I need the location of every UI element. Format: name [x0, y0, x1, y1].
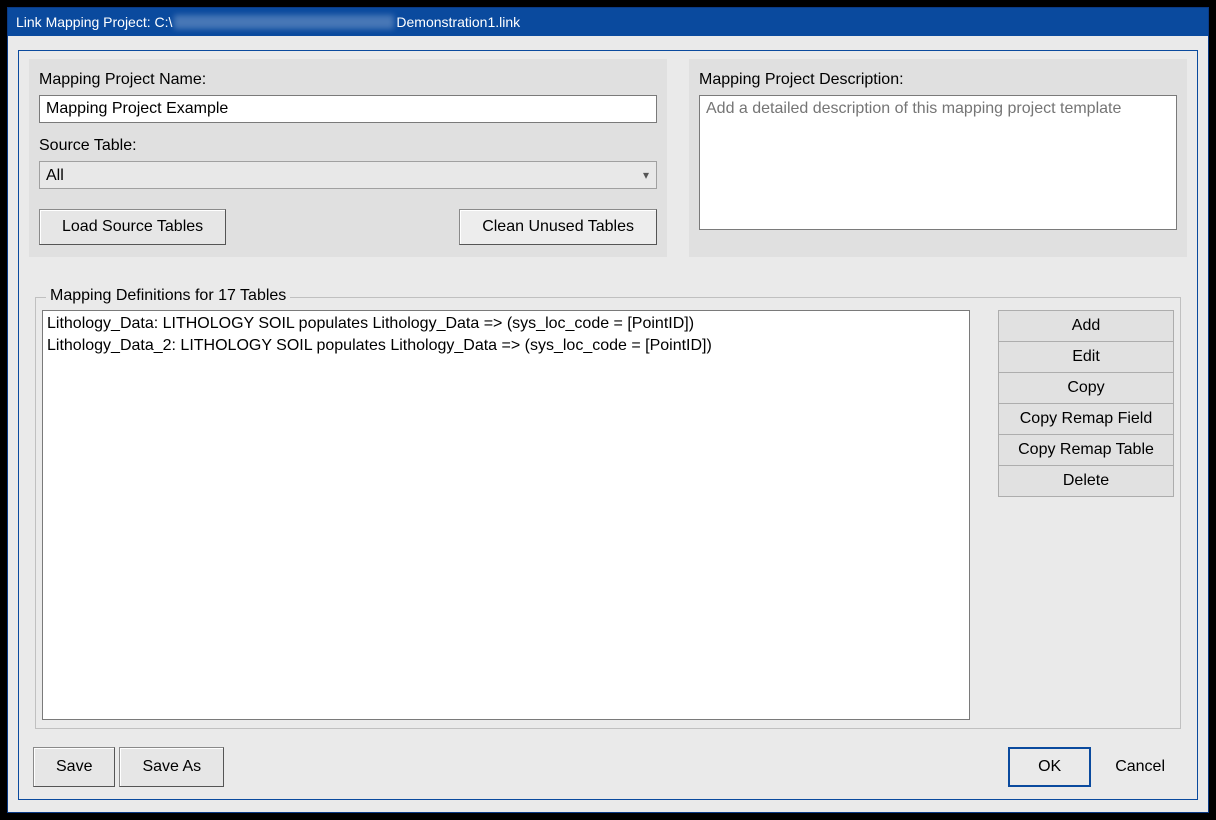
copy-remap-table-button[interactable]: Copy Remap Table: [998, 435, 1174, 466]
edit-button[interactable]: Edit: [998, 342, 1174, 373]
title-suffix: Demonstration1.link: [396, 8, 520, 36]
ok-button[interactable]: OK: [1008, 747, 1091, 787]
load-source-tables-button[interactable]: Load Source Tables: [39, 209, 226, 245]
cancel-button[interactable]: Cancel: [1097, 747, 1183, 787]
add-button[interactable]: Add: [998, 310, 1174, 342]
label-project-description: Mapping Project Description:: [699, 71, 1177, 89]
panel-project-description: Mapping Project Description:: [689, 59, 1187, 257]
delete-button[interactable]: Delete: [998, 466, 1174, 497]
project-description-textarea[interactable]: [699, 95, 1177, 230]
title-bar: Link Mapping Project: C:\ Demonstration1…: [8, 8, 1208, 36]
panel-project-name: Mapping Project Name: Source Table: All …: [29, 59, 667, 257]
mapping-definitions-title: Mapping Definitions for 17 Tables: [46, 287, 290, 305]
window: Link Mapping Project: C:\ Demonstration1…: [7, 7, 1209, 813]
list-item[interactable]: Lithology_Data: LITHOLOGY SOIL populates…: [47, 313, 965, 335]
title-prefix: Link Mapping Project: C:\: [16, 8, 172, 36]
save-as-button[interactable]: Save As: [119, 747, 224, 787]
inner-panel: Mapping Project Name: Source Table: All …: [18, 50, 1198, 800]
mapping-side-buttons: Add Edit Copy Copy Remap Field Copy Rema…: [998, 310, 1174, 720]
clean-unused-tables-button[interactable]: Clean Unused Tables: [459, 209, 657, 245]
client-area: Mapping Project Name: Source Table: All …: [8, 36, 1208, 812]
mapping-definitions-group: Mapping Definitions for 17 Tables Lithol…: [35, 297, 1181, 729]
label-project-name: Mapping Project Name:: [39, 71, 657, 89]
list-item[interactable]: Lithology_Data_2: LITHOLOGY SOIL populat…: [47, 335, 965, 357]
copy-remap-field-button[interactable]: Copy Remap Field: [998, 404, 1174, 435]
copy-button[interactable]: Copy: [998, 373, 1174, 404]
save-button[interactable]: Save: [33, 747, 115, 787]
project-name-input[interactable]: [39, 95, 657, 123]
label-source-table: Source Table:: [39, 137, 657, 155]
mapping-definitions-list[interactable]: Lithology_Data: LITHOLOGY SOIL populates…: [42, 310, 970, 720]
source-table-select[interactable]: All: [39, 161, 657, 189]
title-redacted-path: [174, 15, 394, 29]
